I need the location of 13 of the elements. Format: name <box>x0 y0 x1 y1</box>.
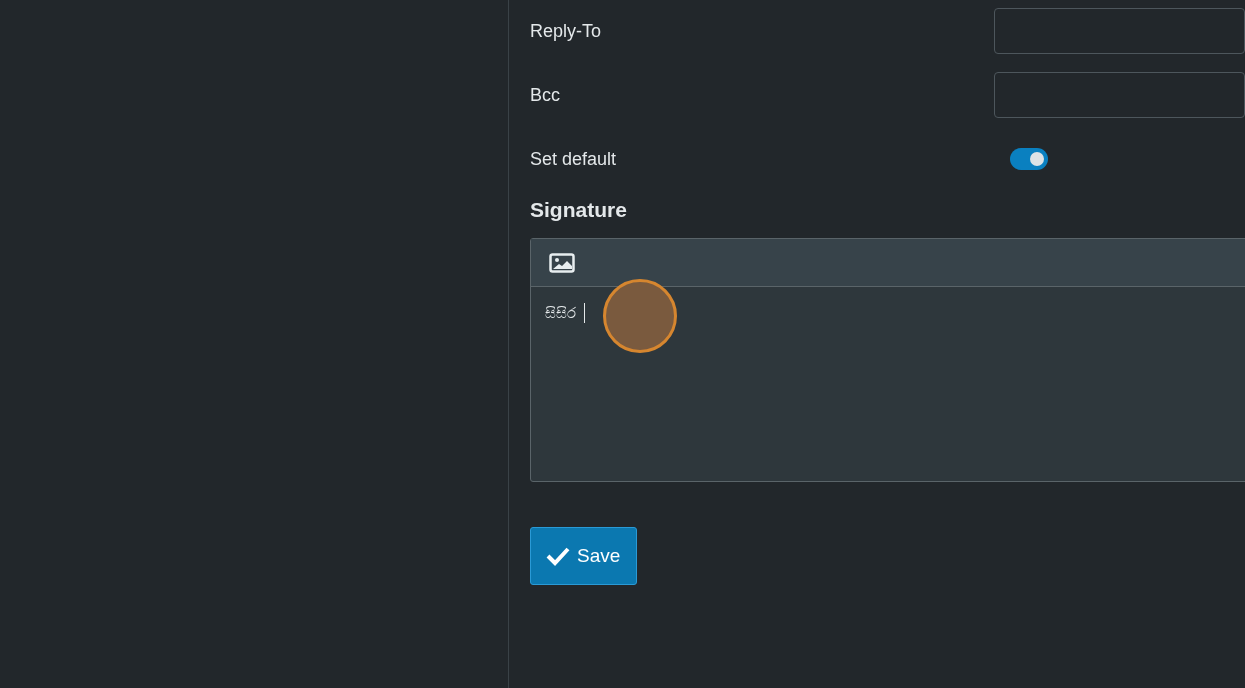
text-cursor <box>584 303 585 323</box>
field-label: Bcc <box>530 84 561 106</box>
image-icon[interactable] <box>549 252 575 273</box>
text-input-field[interactable] <box>993 8 1245 54</box>
signature-editor[interactable]: සිසිර <box>530 238 1245 482</box>
save-button[interactable]: Save <box>530 527 638 585</box>
field-label: Set default <box>530 148 618 170</box>
section-heading: Signature <box>530 198 628 222</box>
text-input-field[interactable] <box>993 72 1245 118</box>
signature-text: සිසිර <box>545 304 576 322</box>
field-label: Reply-To <box>530 20 603 42</box>
toggle-switch[interactable] <box>1010 148 1048 170</box>
checkmark-icon <box>545 546 571 566</box>
